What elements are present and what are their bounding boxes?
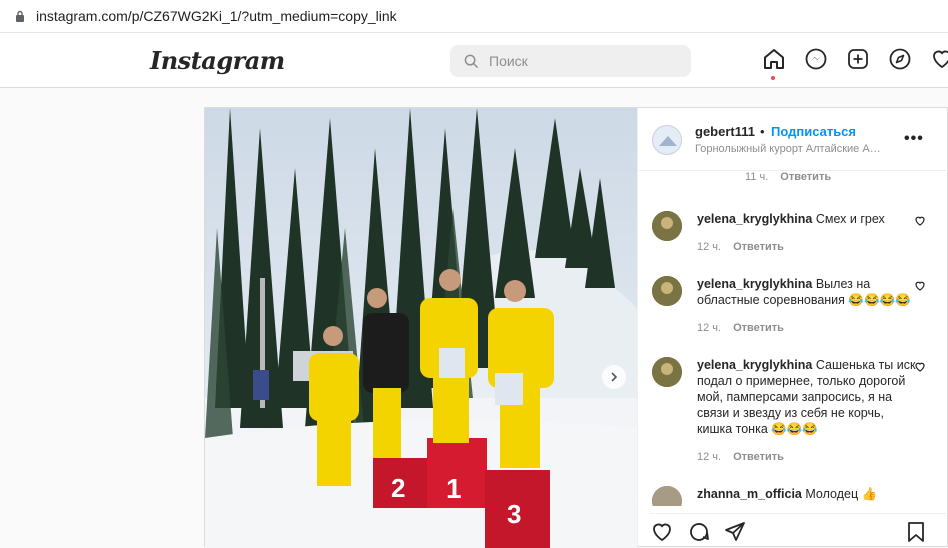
reply-button[interactable]: Ответить [733,241,784,253]
comment-meta: 12 ч. Ответить [697,451,784,463]
like-icon[interactable] [650,520,674,544]
comment-meta: 12 ч. Ответить [697,241,784,253]
like-comment-icon[interactable] [914,361,926,373]
browser-url-bar[interactable]: instagram.com/p/CZ67WG2Ki_1/?utm_medium=… [0,0,948,33]
photo-illustration: 2 1 3 [205,108,637,548]
comment-text: Молодец 👍 [805,487,878,501]
reply-button[interactable]: Ответить [733,322,784,334]
post-card: 2 1 3 gebert111 • Подписаться Горнолыжны… [204,107,948,548]
comment-icon[interactable] [687,520,711,544]
author-avatar[interactable] [652,125,682,155]
post-actions [650,513,948,543]
comment-text: Смех и грех [815,212,885,226]
comment-meta: 12 ч. Ответить [697,322,784,334]
search-icon [464,54,479,68]
active-page-dot [771,76,775,80]
commenter-avatar[interactable] [652,357,682,387]
explore-icon[interactable] [888,47,912,71]
search-input[interactable] [489,53,679,69]
podium-number-1: 1 [446,473,462,504]
activity-heart-icon[interactable] [930,47,948,71]
instagram-header: Instagram [0,33,948,88]
save-icon[interactable] [904,520,928,544]
next-photo-button[interactable] [602,365,626,389]
comment-username[interactable]: yelena_kryglykhina [697,358,812,372]
prev-comment-meta: 11 ч. Ответить [745,171,831,183]
comment-username[interactable]: yelena_kryglykhina [697,277,812,291]
comment-time: 12 ч. [697,322,722,334]
share-icon[interactable] [723,520,747,544]
comment-item: zhanna_m_officia Молодец 👍 [652,486,942,506]
post-side-panel: gebert111 • Подписаться Горнолыжный куро… [637,108,948,548]
home-icon[interactable] [762,47,786,71]
messenger-icon[interactable] [804,47,828,71]
nav-icons [762,47,948,71]
like-comment-icon[interactable] [914,280,926,292]
podium-number-3: 3 [507,499,521,529]
commenter-avatar[interactable] [652,211,682,241]
search-box[interactable] [450,45,691,77]
follow-button[interactable]: Подписаться [771,124,856,139]
instagram-logo[interactable]: Instagram [150,46,285,75]
comment-time: 12 ч. [697,451,722,463]
reply-button[interactable]: Ответить [733,451,784,463]
post-photo[interactable]: 2 1 3 [205,108,637,548]
commenter-avatar[interactable] [652,276,682,306]
podium-number-2: 2 [391,473,405,503]
comment-time: 11 ч. [745,171,769,183]
chevron-right-icon [611,372,618,382]
reply-button[interactable]: Ответить [780,171,831,183]
separator-dot: • [760,124,765,139]
comment-username[interactable]: zhanna_m_officia [697,487,802,501]
commenter-avatar[interactable] [652,486,682,506]
comment-time: 12 ч. [697,241,722,253]
like-comment-icon[interactable] [914,215,926,227]
author-username[interactable]: gebert111 [695,124,755,139]
comment-username[interactable]: yelena_kryglykhina [697,212,812,226]
new-post-icon[interactable] [846,47,870,71]
url-text[interactable]: instagram.com/p/CZ67WG2Ki_1/?utm_medium=… [36,8,397,24]
post-header: gebert111 • Подписаться Горнолыжный куро… [638,108,948,171]
more-options-button[interactable]: ••• [904,130,924,148]
post-location[interactable]: Горнолыжный курорт Алтайские Альпы [695,143,887,155]
lock-icon [16,10,24,22]
